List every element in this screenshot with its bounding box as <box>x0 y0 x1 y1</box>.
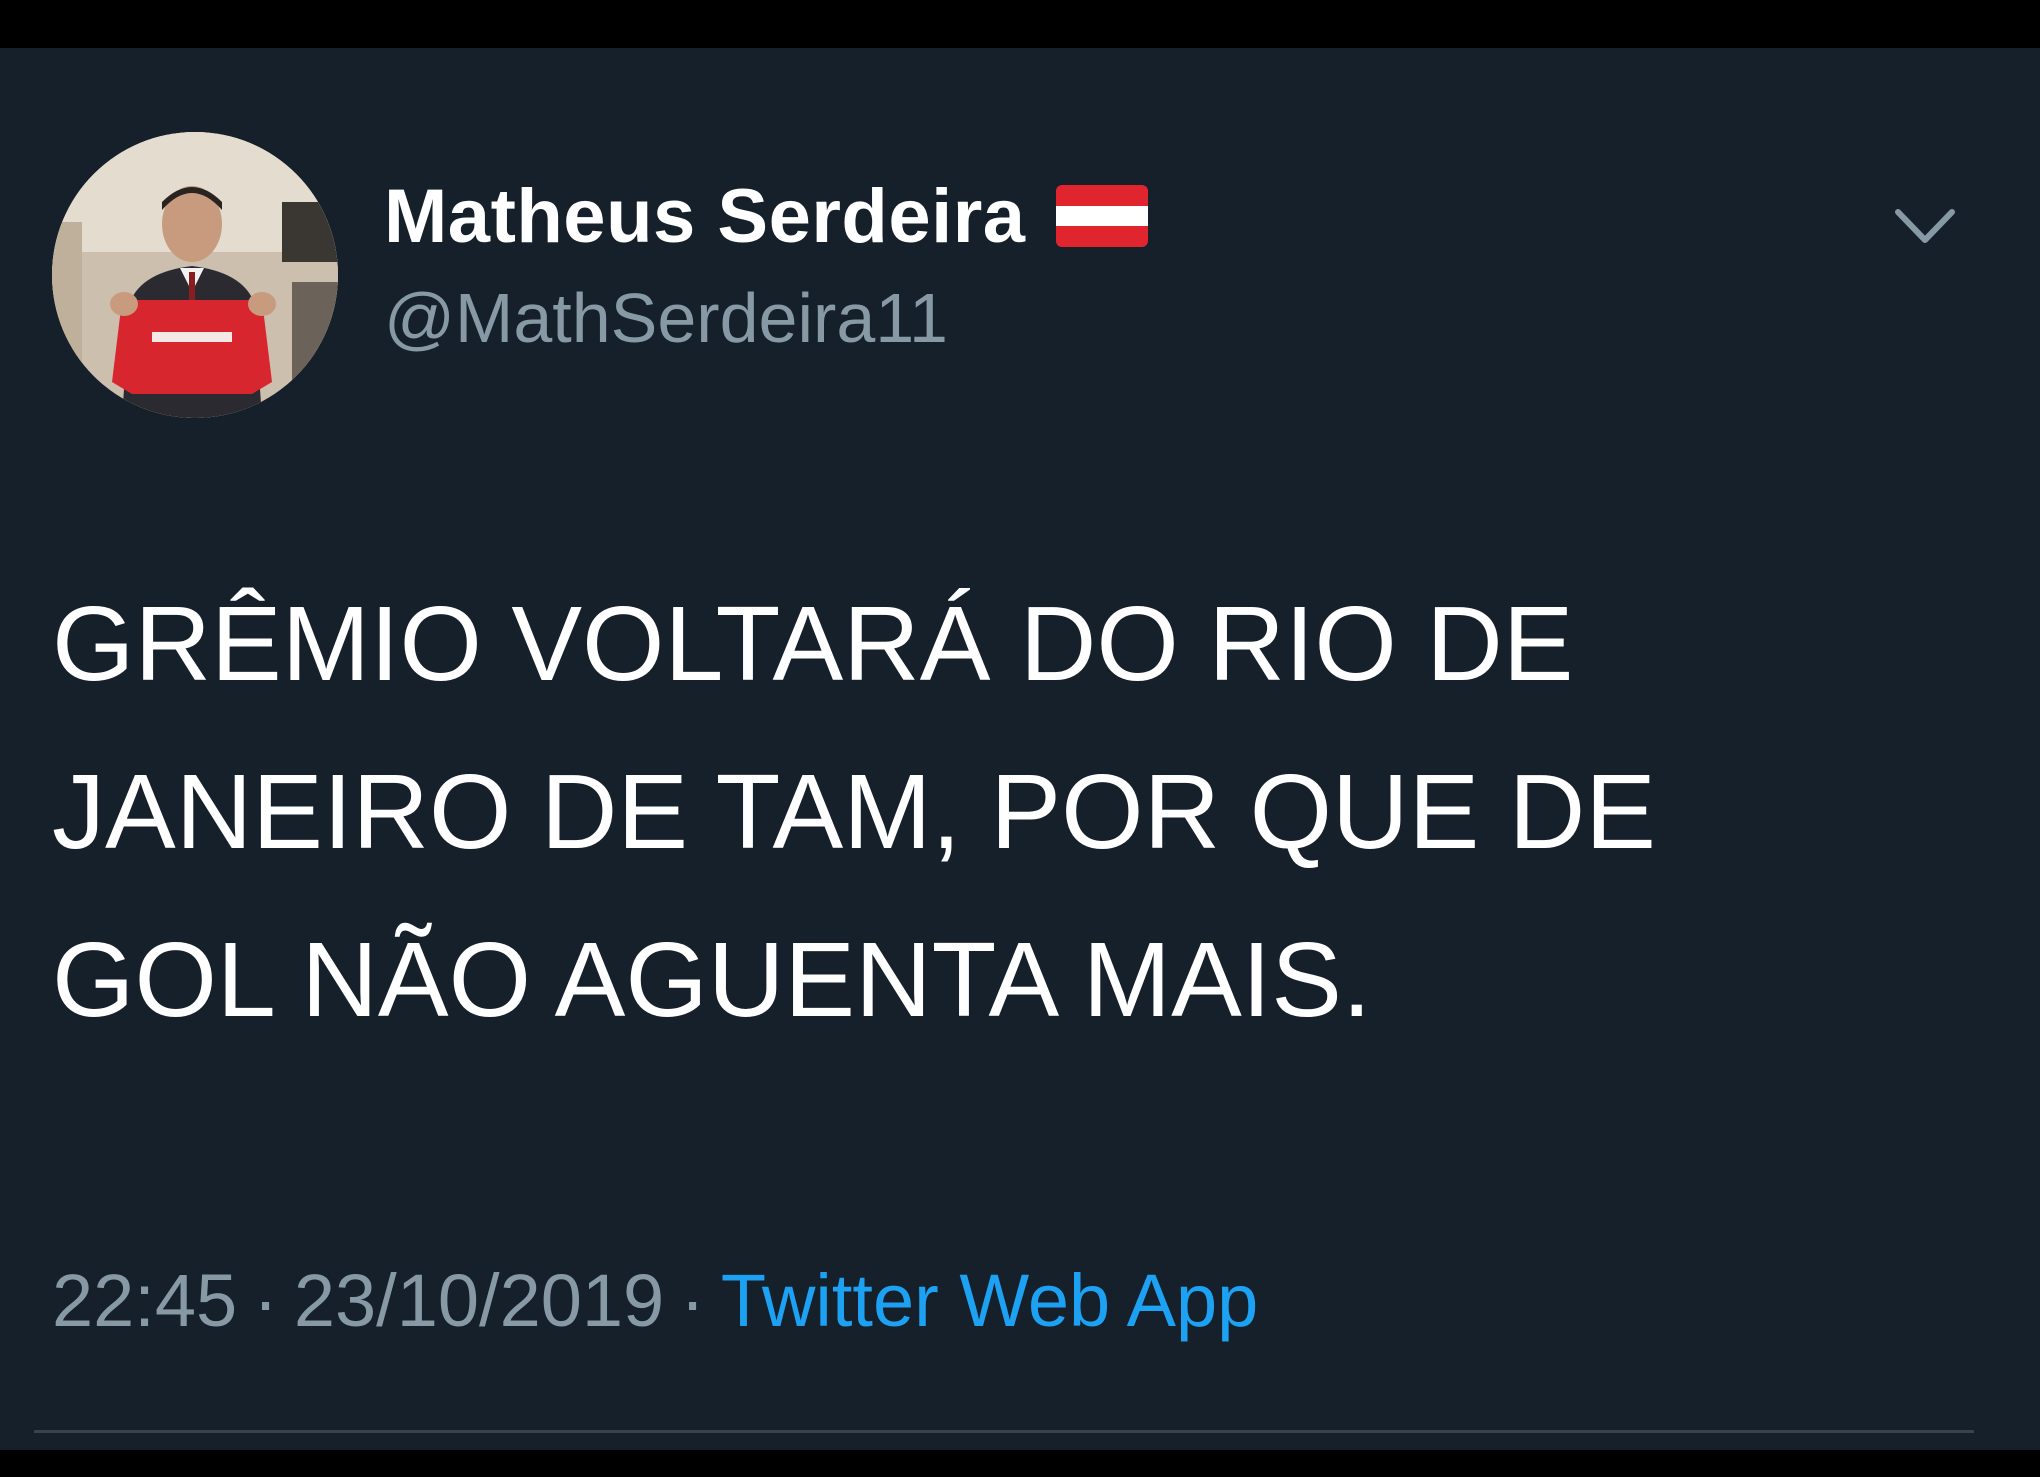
divider <box>34 1430 1974 1433</box>
user-handle[interactable]: @MathSerdeira11 <box>384 278 948 358</box>
tweet-time[interactable]: 22:45 <box>52 1259 237 1342</box>
chevron-down-icon[interactable] <box>1890 198 1960 254</box>
avatar[interactable] <box>52 132 338 418</box>
meta-separator: · <box>680 1259 705 1342</box>
tweet-date[interactable]: 23/10/2019 <box>294 1259 664 1342</box>
display-name[interactable]: Matheus Serdeira <box>384 173 1026 260</box>
tweet-source-link[interactable]: Twitter Web App <box>721 1259 1258 1342</box>
tweet-text: GRÊMIO VOLTARÁ DO RIO DE JANEIRO DE TAM,… <box>52 585 1656 1039</box>
flag-icon <box>1055 185 1148 247</box>
avatar-photo <box>52 132 338 418</box>
user-name-row: Matheus Serdeira <box>384 168 1148 264</box>
tweet-card: Matheus Serdeira @MathSerdeira11 GRÊMIO … <box>0 48 2040 1450</box>
meta-separator: · <box>253 1259 278 1342</box>
tweet-meta: 22:45 · 23/10/2019 · Twitter Web App <box>52 1258 1258 1343</box>
screenshot-frame: Matheus Serdeira @MathSerdeira11 GRÊMIO … <box>0 0 2040 1477</box>
